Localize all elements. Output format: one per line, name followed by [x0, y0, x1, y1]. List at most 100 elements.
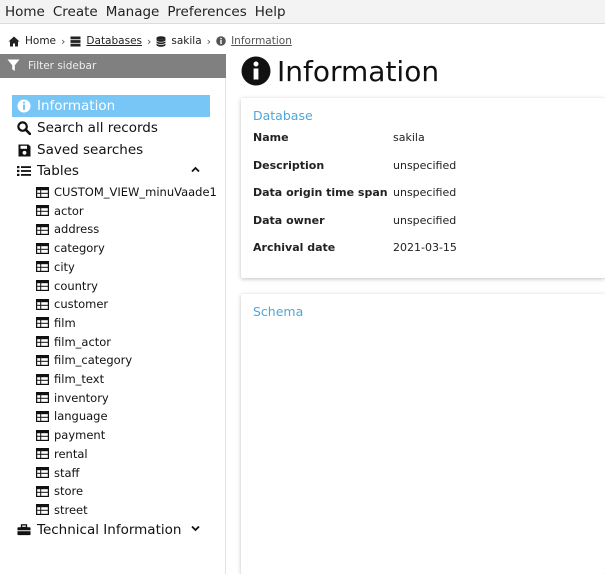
filter-sidebar-input[interactable] [28, 56, 218, 76]
table-icon [36, 410, 49, 422]
schema-card-title: Schema [253, 304, 304, 319]
page-title: Information [241, 52, 439, 90]
sidebar-item-technical-information[interactable]: Technical Information [12, 519, 210, 541]
breadcrumb-home[interactable]: Home [8, 35, 56, 47]
info-row-archival-date: Archival date 2021-03-15 [253, 241, 593, 257]
breadcrumb-current[interactable]: Information [216, 35, 292, 47]
info-row-key: Archival date [253, 241, 336, 254]
breadcrumb-db[interactable]: sakila [156, 35, 202, 47]
sidebar-table-category[interactable]: category [36, 239, 105, 257]
sidebar-table-label: address [54, 222, 100, 237]
sidebar-table-store[interactable]: store [36, 482, 83, 500]
info-circle-icon [17, 99, 31, 113]
sidebar-table-staff[interactable]: staff [36, 464, 79, 482]
menu-home[interactable]: Home [1, 0, 49, 24]
table-icon [36, 280, 49, 291]
table-icon [36, 205, 49, 217]
breadcrumb-home-label: Home [25, 35, 57, 47]
sidebar-table-film-text[interactable]: film_text [36, 370, 104, 388]
info-row-value: unspecified [393, 213, 457, 227]
sidebar-table-label: store [54, 484, 84, 499]
sidebar-table-label: film_actor [54, 334, 112, 349]
sidebar-table-film[interactable]: film [36, 314, 76, 332]
info-row-key: Description [253, 158, 325, 172]
sidebar-table-label: film_category [54, 353, 133, 368]
info-row-description: Description unspecified [253, 159, 593, 175]
sidebar-table-payment[interactable]: payment [36, 426, 105, 444]
sidebar-item-information[interactable]: Information [12, 95, 210, 117]
info-row-value: 2021-03-15 [393, 241, 457, 254]
sidebar-table-label: inventory [54, 390, 109, 405]
sidebar-table-film-actor[interactable]: film_actor [36, 333, 111, 351]
sidebar-table-custom-view-minuvaade1[interactable]: CUSTOM_VIEW_minuVaade1 [36, 183, 217, 201]
chevron-right-icon: › [206, 34, 212, 48]
sidebar-table-label: actor [54, 203, 84, 218]
table-icon [36, 186, 49, 198]
info-row-data-origin-time-span: Data origin time span unspecified [253, 186, 593, 202]
table-icon [36, 467, 49, 478]
menu-create[interactable]: Create [49, 0, 102, 24]
menu-preferences[interactable]: Preferences [163, 0, 250, 24]
sidebar-table-label: street [54, 502, 88, 517]
breadcrumb: Home › Databases › sakila › Information [8, 33, 292, 49]
table-icon [36, 392, 49, 404]
table-icon [36, 429, 49, 441]
info-row-value: unspecified [393, 186, 457, 199]
sidebar-table-street[interactable]: street [36, 501, 88, 519]
sidebar-item-tables[interactable]: Tables [12, 160, 210, 182]
table-icon [36, 354, 49, 366]
sidebar-table-inventory[interactable]: inventory [36, 389, 109, 407]
info-row-value: unspecified [393, 158, 457, 172]
database-stack-icon [70, 36, 81, 46]
sidebar-table-actor[interactable]: actor [36, 202, 84, 220]
sidebar-table-film-category[interactable]: film_category [36, 351, 132, 369]
database-card-title: Database [253, 108, 313, 123]
toolbox-icon [17, 523, 31, 537]
table-icon [36, 504, 49, 516]
sidebar-table-city[interactable]: city [36, 258, 75, 276]
sidebar-item-saved-searches[interactable]: Saved searches [12, 139, 210, 161]
sidebar-table-label: film_text [54, 372, 105, 386]
table-icon [36, 242, 49, 254]
sidebar-table-language[interactable]: language [36, 407, 108, 425]
schema-card: Schema [241, 294, 605, 574]
chevron-up-icon[interactable] [191, 166, 200, 173]
sidebar-item-label: Search all records [37, 120, 158, 136]
table-icon [36, 261, 49, 273]
sidebar-item-label: Technical Information [37, 522, 182, 538]
info-row-key: Data origin time span [253, 186, 388, 199]
chevron-right-icon: › [147, 34, 152, 48]
save-icon [17, 143, 31, 157]
sidebar-table-label: language [54, 409, 108, 424]
breadcrumb-db-label: sakila [171, 35, 202, 47]
sidebar-table-customer[interactable]: customer [36, 295, 108, 313]
sidebar-table-country[interactable]: country [36, 277, 98, 295]
sidebar-table-label: staff [54, 465, 80, 480]
table-icon [36, 223, 49, 235]
menu-bar: Home Create Manage Preferences Help [0, 0, 605, 24]
sidebar-table-label: customer [54, 297, 109, 312]
info-circle-icon [216, 36, 226, 46]
database-icon [156, 35, 167, 47]
sidebar-table-address[interactable]: address [36, 220, 99, 238]
table-icon [36, 298, 49, 310]
sidebar: Information Search all records Saved sea… [0, 54, 226, 574]
breadcrumb-databases[interactable]: Databases [70, 35, 142, 47]
sidebar-table-label: rental [54, 446, 88, 461]
sidebar-item-label: Tables [37, 163, 79, 179]
table-icon [36, 485, 49, 497]
sidebar-item-search-all[interactable]: Search all records [12, 117, 210, 139]
table-icon [36, 336, 49, 348]
sidebar-table-label: CUSTOM_VIEW_minuVaade1 [54, 185, 217, 199]
menu-help[interactable]: Help [251, 0, 290, 24]
sidebar-table-rental[interactable]: rental [36, 445, 88, 463]
sidebar-filter [0, 54, 226, 78]
chevron-down-icon[interactable] [191, 525, 200, 532]
sidebar-table-label: payment [54, 428, 106, 443]
breadcrumb-current-label: Information [231, 35, 292, 47]
sidebar-table-label: city [54, 259, 75, 274]
chevron-right-icon: › [61, 34, 66, 48]
info-row-data-owner: Data owner unspecified [253, 214, 593, 230]
table-icon [36, 373, 49, 385]
menu-manage[interactable]: Manage [102, 0, 164, 24]
